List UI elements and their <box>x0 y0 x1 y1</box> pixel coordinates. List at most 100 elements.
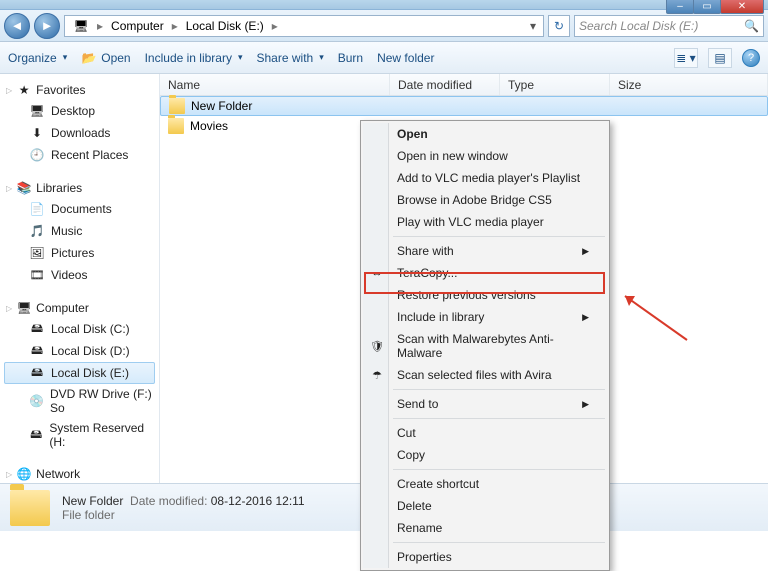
context-menu-label: Restore previous versions <box>397 288 536 302</box>
context-menu-item[interactable]: Add to VLC media player's Playlist <box>363 167 607 189</box>
context-menu-item[interactable]: Share with▶ <box>363 240 607 262</box>
sidebar-item-documents[interactable]: 📄Documents <box>4 198 155 220</box>
sidebar-item-downloads[interactable]: ⬇Downloads <box>4 122 155 144</box>
sidebar-item-local-disk-d[interactable]: 🖴Local Disk (D:) <box>4 340 155 362</box>
context-menu-item[interactable]: Properties <box>363 546 607 568</box>
context-menu-label: Send to <box>397 397 438 411</box>
context-menu-item[interactable]: Cut <box>363 422 607 444</box>
chevron-right-icon: ▸ <box>272 19 278 33</box>
refresh-button[interactable]: ↻ <box>548 15 570 37</box>
view-options-button[interactable]: ≣ ▾ <box>674 48 698 68</box>
sidebar-group-libraries[interactable]: ▷📚Libraries <box>4 178 155 198</box>
context-menu-label: Open <box>397 127 428 141</box>
computer-icon: 🖥 <box>16 300 32 316</box>
context-menu-label: Delete <box>397 499 432 513</box>
help-button[interactable]: ? <box>742 49 760 67</box>
new-folder-button[interactable]: New folder <box>377 51 434 65</box>
computer-icon: 🖥 <box>73 18 89 34</box>
context-menu-label: Include in library <box>397 310 484 324</box>
close-button[interactable]: ✕ <box>720 0 764 14</box>
context-menu-label: Properties <box>397 550 452 564</box>
context-menu-separator <box>393 469 605 470</box>
sidebar-item-dvd-drive[interactable]: 💿DVD RW Drive (F:) So <box>4 384 155 418</box>
context-menu-label: Play with VLC media player <box>397 215 544 229</box>
folder-icon <box>169 98 185 114</box>
window-controls: – ▭ ✕ <box>667 0 764 14</box>
context-menu-item[interactable]: ☂Scan selected files with Avira <box>363 364 607 386</box>
sidebar-group-favorites[interactable]: ▷★Favorites <box>4 80 155 100</box>
context-menu-item[interactable]: Send to▶ <box>363 393 607 415</box>
sidebar-item-music[interactable]: 🎵Music <box>4 220 155 242</box>
minimize-button[interactable]: – <box>666 0 694 14</box>
breadcrumb[interactable]: Computer <box>105 17 170 35</box>
context-menu-label: Share with <box>397 244 454 258</box>
context-menu-item[interactable]: ↔TeraCopy... <box>363 262 607 284</box>
back-button[interactable]: ◄ <box>4 13 30 39</box>
documents-icon: 📄 <box>29 201 45 217</box>
context-menu-label: Scan selected files with Avira <box>397 368 552 382</box>
sidebar-item-system-reserved[interactable]: 🖴System Reserved (H: <box>4 418 155 452</box>
file-name: Movies <box>190 119 228 133</box>
context-menu-separator <box>393 542 605 543</box>
context-menu-item[interactable]: Delete <box>363 495 607 517</box>
context-menu-label: Cut <box>397 426 416 440</box>
details-date-value: 08-12-2016 12:11 <box>211 494 305 508</box>
title-bar: – ▭ ✕ <box>0 0 768 10</box>
address-dropdown[interactable]: ▾ <box>525 19 541 33</box>
column-size[interactable]: Size <box>610 74 768 95</box>
command-bar: Organize 📂Open Include in library Share … <box>0 42 768 74</box>
breadcrumb[interactable]: Local Disk (E:) <box>180 17 270 35</box>
file-name: New Folder <box>191 99 252 113</box>
sidebar-item-local-disk-c[interactable]: 🖴Local Disk (C:) <box>4 318 155 340</box>
column-date[interactable]: Date modified <box>390 74 500 95</box>
context-menu-item[interactable]: Restore previous versions <box>363 284 607 306</box>
context-menu-item[interactable]: Browse in Adobe Bridge CS5 <box>363 189 607 211</box>
file-row[interactable]: New Folder <box>160 96 768 116</box>
context-menu-label: Open in new window <box>397 149 508 163</box>
open-button[interactable]: 📂Open <box>81 50 130 66</box>
organize-button[interactable]: Organize <box>8 51 67 65</box>
libraries-icon: 📚 <box>16 180 32 196</box>
dvd-icon: 💿 <box>29 393 44 409</box>
preview-pane-button[interactable]: ▤ <box>708 48 732 68</box>
context-menu-item[interactable]: Open in new window <box>363 145 607 167</box>
context-menu-label: Rename <box>397 521 442 535</box>
drive-icon: 🖴 <box>29 321 45 337</box>
star-icon: ★ <box>16 82 32 98</box>
context-menu-item[interactable]: 🛡Scan with Malwarebytes Anti-Malware <box>363 328 607 364</box>
context-menu-separator <box>393 418 605 419</box>
include-in-library-button[interactable]: Include in library <box>145 51 243 65</box>
column-name[interactable]: Name <box>160 74 390 95</box>
details-name: New Folder <box>62 494 123 508</box>
search-input[interactable]: Search Local Disk (E:) 🔍 <box>574 15 764 37</box>
sidebar-item-local-disk-e[interactable]: 🖴Local Disk (E:) <box>4 362 155 384</box>
address-bar[interactable]: 🖥 ▸ Computer ▸ Local Disk (E:) ▸ ▾ <box>64 15 544 37</box>
sidebar-item-pictures[interactable]: 🖼Pictures <box>4 242 155 264</box>
column-type[interactable]: Type <box>500 74 610 95</box>
folder-open-icon: 📂 <box>81 50 97 66</box>
chevron-right-icon: ▸ <box>97 19 103 33</box>
drive-icon: 🖴 <box>29 365 45 381</box>
share-with-button[interactable]: Share with <box>257 51 324 65</box>
search-icon: 🔍 <box>744 19 759 33</box>
network-icon: 🌐 <box>16 466 32 482</box>
pictures-icon: 🖼 <box>29 245 45 261</box>
forward-button[interactable]: ► <box>34 13 60 39</box>
sidebar-item-recent-places[interactable]: 🕘Recent Places <box>4 144 155 166</box>
sidebar-item-videos[interactable]: 🎞Videos <box>4 264 155 286</box>
search-placeholder: Search Local Disk (E:) <box>579 19 698 33</box>
context-menu-item[interactable]: Rename <box>363 517 607 539</box>
context-menu-item[interactable]: Play with VLC media player <box>363 211 607 233</box>
context-menu-item[interactable]: Include in library ▶ <box>363 306 607 328</box>
burn-button[interactable]: Burn <box>338 51 363 65</box>
maximize-button[interactable]: ▭ <box>693 0 721 14</box>
sidebar-group-computer[interactable]: ▷🖥Computer <box>4 298 155 318</box>
submenu-arrow-icon: ▶ <box>582 312 589 323</box>
sidebar-item-desktop[interactable]: 🖥Desktop <box>4 100 155 122</box>
context-menu: Open Open in new window Add to VLC media p… <box>360 120 610 571</box>
context-menu-item[interactable]: Copy <box>363 444 607 466</box>
context-menu-item[interactable]: Open <box>363 123 607 145</box>
context-menu-item[interactable]: Create shortcut <box>363 473 607 495</box>
music-icon: 🎵 <box>29 223 45 239</box>
sidebar-group-network[interactable]: ▷🌐Network <box>4 464 155 483</box>
